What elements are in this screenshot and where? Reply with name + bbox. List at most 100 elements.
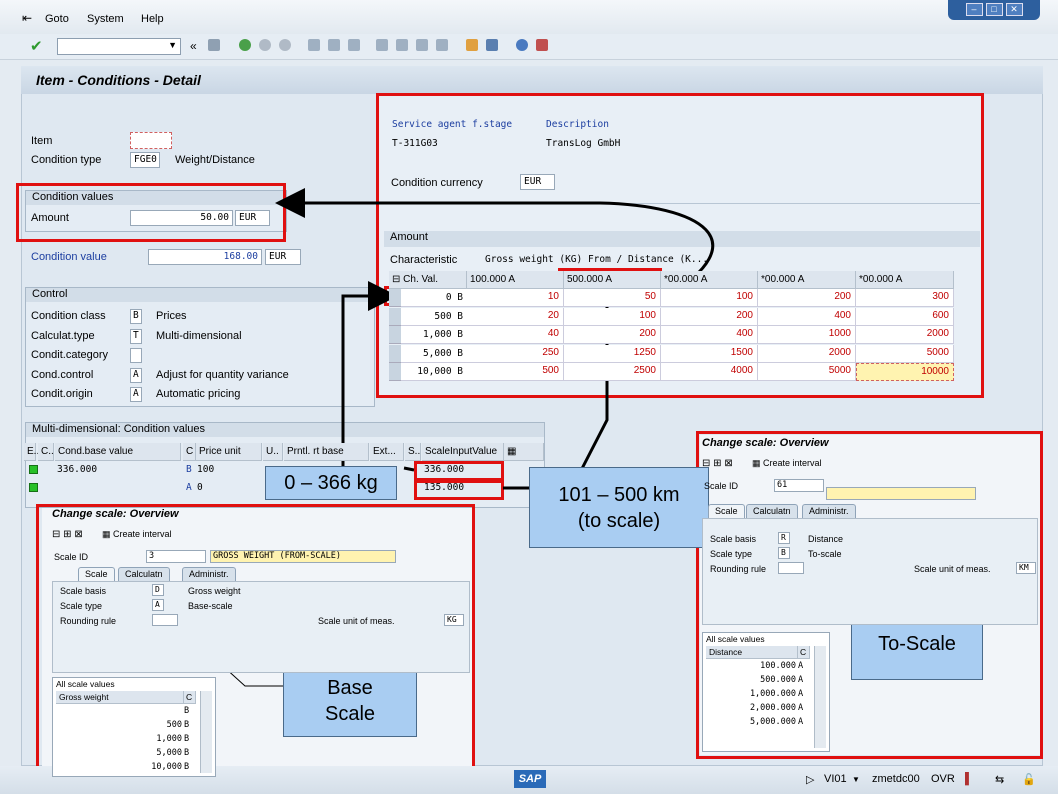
to-scale-scale-text-field[interactable] bbox=[826, 487, 976, 500]
amount-cell[interactable]: 2000 bbox=[758, 344, 856, 363]
multidim-settings-icon[interactable]: ▦ bbox=[504, 443, 544, 461]
amount-cell[interactable]: 40 bbox=[467, 326, 564, 344]
control-desc: Automatic pricing bbox=[156, 388, 241, 400]
control-code-field[interactable] bbox=[130, 348, 142, 363]
to-scale-list-unit: A bbox=[798, 703, 804, 713]
amount-row-label: 1,000 B bbox=[401, 326, 467, 344]
callout-base-line1: Base bbox=[327, 677, 373, 699]
to-scale-basis-desc: Distance bbox=[808, 534, 844, 544]
base-scale-title: Change scale: Overview bbox=[52, 508, 179, 520]
to-scale-toolbar-icons[interactable]: ⊟ ⊞ ⊠ bbox=[702, 458, 733, 469]
to-scale-tab-administr[interactable]: Administr. bbox=[802, 504, 856, 518]
row-selector[interactable] bbox=[389, 307, 401, 326]
amount-row-label: 0 B bbox=[401, 289, 467, 307]
to-scale-create-interval[interactable]: ▦ Create interval bbox=[752, 458, 822, 469]
to-scale-list-value: 5,000.000 bbox=[749, 717, 796, 727]
base-scale-type-code[interactable]: A bbox=[152, 599, 164, 611]
row-selector[interactable] bbox=[389, 326, 401, 344]
amount-cell[interactable]: 10 bbox=[467, 289, 564, 307]
amount-cell[interactable]: 10000 bbox=[856, 363, 954, 381]
to-scale-title: Change scale: Overview bbox=[702, 437, 829, 449]
amount-cell[interactable]: 200 bbox=[758, 289, 856, 307]
to-scale-list-value: 2,000.000 bbox=[749, 703, 796, 713]
callout-base-scale: Base Scale bbox=[283, 665, 417, 737]
amount-cell[interactable]: 2500 bbox=[564, 363, 661, 381]
amount-cell[interactable]: 2000 bbox=[856, 326, 954, 344]
callout-distance-line1: 101 – 500 km bbox=[558, 483, 680, 506]
row-selector[interactable] bbox=[389, 363, 401, 381]
callout-distance-line2: (to scale) bbox=[577, 509, 661, 532]
row-selector[interactable] bbox=[389, 344, 401, 363]
amount-cell[interactable]: 5000 bbox=[856, 344, 954, 363]
to-scale-type-label: Scale type bbox=[710, 549, 753, 559]
amount-cell[interactable]: 400 bbox=[758, 307, 856, 326]
amount-cell[interactable]: 500 bbox=[467, 363, 564, 381]
base-scale-uom-field[interactable]: KG bbox=[444, 614, 464, 626]
to-scale-rounding-field[interactable] bbox=[778, 562, 804, 574]
amount-cell[interactable]: 1000 bbox=[758, 326, 856, 344]
status-unlock-icon[interactable]: 🔓 bbox=[1022, 773, 1036, 786]
multidim-col-header: E.. bbox=[24, 443, 39, 461]
amount-cell[interactable]: 250 bbox=[467, 344, 564, 363]
base-scale-list-value: 1,000 bbox=[156, 734, 182, 744]
to-scale-tab-calculatn[interactable]: Calculatn bbox=[746, 504, 798, 518]
control-code-field[interactable]: B bbox=[130, 309, 142, 324]
base-scale-list-scrollbar[interactable] bbox=[200, 691, 212, 773]
control-label: Cond.control bbox=[31, 368, 94, 381]
amount-cell[interactable]: 1500 bbox=[661, 344, 758, 363]
amount-cell[interactable]: 100 bbox=[564, 307, 661, 326]
multidim-col-header: Price unit bbox=[196, 443, 262, 461]
base-scale-tab-calculatn[interactable]: Calculatn bbox=[118, 567, 170, 581]
base-scale-list-unit: B bbox=[184, 706, 190, 716]
to-scale-tab-scale[interactable]: Scale bbox=[708, 504, 745, 518]
amount-cell[interactable]: 400 bbox=[661, 326, 758, 344]
to-scale-list-scrollbar[interactable] bbox=[814, 646, 826, 748]
sap-logo: SAP bbox=[514, 770, 546, 788]
amount-cell[interactable]: 300 bbox=[856, 289, 954, 307]
control-label: Calculat.type bbox=[31, 329, 95, 342]
base-scale-tab-administr[interactable]: Administr. bbox=[182, 567, 236, 581]
base-scale-scale-id-field[interactable]: 3 bbox=[146, 550, 206, 563]
control-code-field[interactable]: A bbox=[130, 387, 142, 402]
base-scale-list-unit: B bbox=[184, 720, 190, 730]
control-code-field[interactable]: A bbox=[130, 367, 142, 383]
callout-weight-range: 0 – 366 kg bbox=[265, 466, 397, 500]
base-scale-list-col: Gross weight bbox=[56, 691, 184, 704]
to-scale-type-desc: To-scale bbox=[808, 549, 842, 559]
amount-cell[interactable]: 200 bbox=[661, 307, 758, 326]
status-layout-icon[interactable]: ⇆ bbox=[995, 773, 1004, 786]
base-scale-scale-text-field[interactable]: GROSS WEIGHT (FROM-SCALE) bbox=[210, 550, 396, 563]
multidim-col-header: U.. bbox=[263, 443, 283, 461]
scale-input-value: 336.000 bbox=[424, 464, 465, 475]
amount-col-header: *00.000 A bbox=[758, 271, 856, 289]
amount-cell[interactable]: 200 bbox=[564, 326, 661, 344]
base-scale-create-interval[interactable]: ▦ Create interval bbox=[102, 529, 172, 540]
to-scale-uom-field[interactable]: KM bbox=[1016, 562, 1036, 574]
status-play-icon[interactable]: ▷ bbox=[806, 773, 814, 786]
amount-cell[interactable]: 20 bbox=[467, 307, 564, 326]
row-selector[interactable] bbox=[389, 289, 401, 307]
base-scale-rounding-field[interactable] bbox=[152, 614, 178, 626]
base-scale-tab-scale[interactable]: Scale bbox=[78, 567, 115, 581]
cond-base-unit: A bbox=[186, 482, 192, 493]
base-scale-basis-code[interactable]: D bbox=[152, 584, 164, 596]
to-scale-list-value: 100.000 bbox=[760, 661, 796, 671]
to-scale-basis-code[interactable]: R bbox=[778, 532, 790, 544]
amount-cell[interactable]: 600 bbox=[856, 307, 954, 326]
base-scale-toolbar-icons[interactable]: ⊟ ⊞ ⊠ bbox=[52, 529, 83, 540]
amount-col-header: *00.000 A bbox=[661, 271, 758, 289]
to-scale-list-unit: A bbox=[798, 661, 804, 671]
to-scale-rounding-label: Rounding rule bbox=[710, 564, 767, 574]
amount-cell[interactable]: 5000 bbox=[758, 363, 856, 381]
status-dropdown-icon[interactable]: ▼ bbox=[852, 775, 860, 784]
to-scale-list-unit: A bbox=[798, 717, 804, 727]
amount-cell[interactable]: 50 bbox=[564, 289, 661, 307]
to-scale-type-code[interactable]: B bbox=[778, 547, 790, 559]
cond-base-value: 336.000 bbox=[57, 464, 98, 475]
control-code-field[interactable]: T bbox=[130, 328, 142, 344]
amount-cell[interactable]: 4000 bbox=[661, 363, 758, 381]
amount-cell[interactable]: 1250 bbox=[564, 344, 661, 363]
to-scale-scale-id-field[interactable]: 61 bbox=[774, 479, 824, 492]
amount-cell[interactable]: 100 bbox=[661, 289, 758, 307]
base-scale-basis-desc: Gross weight bbox=[188, 586, 241, 596]
